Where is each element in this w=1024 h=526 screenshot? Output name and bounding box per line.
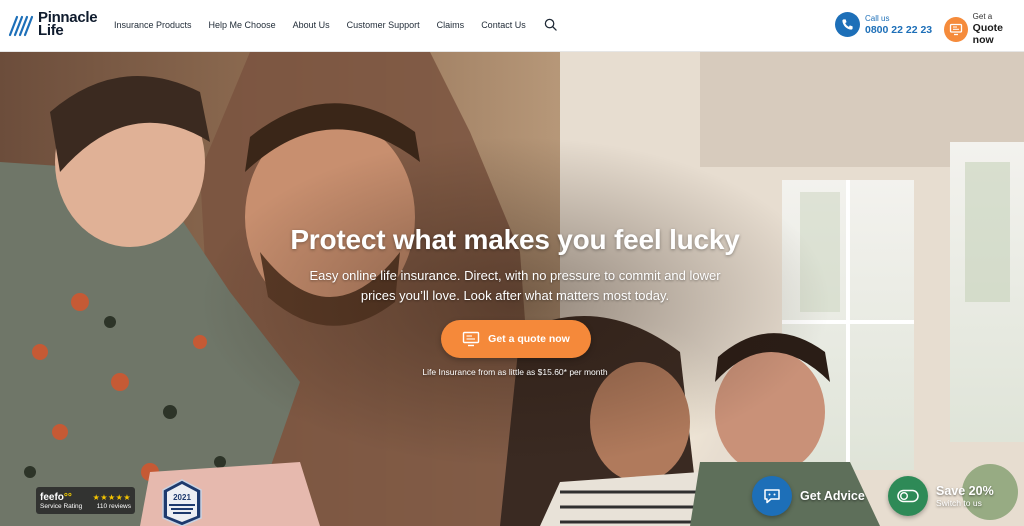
toggle-switch-icon bbox=[888, 476, 928, 516]
feefo-rating-label: Service Rating bbox=[40, 502, 83, 510]
call-us-text: Call us 0800 22 22 23 bbox=[865, 14, 932, 36]
get-advice-button[interactable]: Get Advice bbox=[752, 476, 865, 516]
award-badge-icon: 2021 bbox=[162, 479, 202, 526]
get-quote-cta-button[interactable]: Get a quote now bbox=[441, 320, 591, 358]
header-quote-text: Get a Quote now bbox=[973, 12, 1024, 46]
main-nav: Insurance Products Help Me Choose About … bbox=[114, 18, 557, 31]
save-title: Save 20% bbox=[936, 484, 994, 498]
feefo-logo: feefo°° bbox=[40, 491, 72, 503]
price-note: Life Insurance from as little as $15.60*… bbox=[422, 367, 608, 377]
quote-label-small: Get a bbox=[972, 12, 993, 21]
nav-customer-support[interactable]: Customer Support bbox=[347, 20, 420, 30]
quote-label-big: Quote now bbox=[972, 22, 1003, 46]
header-quote-button[interactable]: Get a Quote now bbox=[944, 12, 1024, 46]
save-text: Save 20% Switch to us bbox=[936, 484, 994, 508]
hero-subtitle: Easy online life insurance. Direct, with… bbox=[309, 268, 721, 303]
chat-advisor-icon bbox=[752, 476, 792, 516]
nav-help-me-choose[interactable]: Help Me Choose bbox=[209, 20, 276, 30]
feefo-review-count: 110 reviews bbox=[96, 502, 131, 510]
nav-claims[interactable]: Claims bbox=[437, 20, 465, 30]
feefo-bottom-row: Service Rating 110 reviews bbox=[40, 503, 131, 510]
feefo-rating-badge[interactable]: feefo°° ★★★★★ Service Rating 110 reviews bbox=[36, 487, 135, 514]
phone-icon bbox=[835, 12, 860, 37]
phone-number: 0800 22 22 23 bbox=[865, 23, 933, 36]
monitor-quote-icon bbox=[462, 331, 480, 347]
get-advice-label: Get Advice bbox=[800, 489, 865, 503]
search-icon[interactable] bbox=[544, 18, 557, 31]
nav-contact-us[interactable]: Contact Us bbox=[481, 20, 526, 30]
nav-about-us[interactable]: About Us bbox=[293, 20, 330, 30]
logo-wordmark: Pinnacle Life bbox=[38, 10, 98, 39]
site-header: Pinnacle Life Insurance Products Help Me… bbox=[0, 0, 1024, 52]
call-us-label: Call us bbox=[865, 13, 890, 23]
award-year: 2021 bbox=[173, 493, 191, 502]
cta-label: Get a quote now bbox=[488, 333, 570, 345]
save-switch-button[interactable]: Save 20% Switch to us bbox=[888, 476, 994, 516]
feefo-logo-text: feefo bbox=[40, 491, 64, 503]
save-subtitle: Switch to us bbox=[936, 498, 982, 508]
monitor-quote-icon bbox=[944, 16, 968, 42]
star-rating-icon: ★★★★★ bbox=[92, 492, 131, 502]
call-us-link[interactable]: Call us 0800 22 22 23 bbox=[835, 12, 932, 37]
nav-insurance-products[interactable]: Insurance Products bbox=[114, 20, 192, 30]
site-logo[interactable]: Pinnacle Life bbox=[8, 10, 98, 39]
pinnacle-stripes-logo-icon bbox=[8, 15, 34, 37]
hero-title: Protect what makes you feel lucky bbox=[290, 224, 740, 255]
feefo-top-row: feefo°° ★★★★★ bbox=[40, 492, 131, 503]
logo-line-2: Life bbox=[38, 22, 64, 39]
